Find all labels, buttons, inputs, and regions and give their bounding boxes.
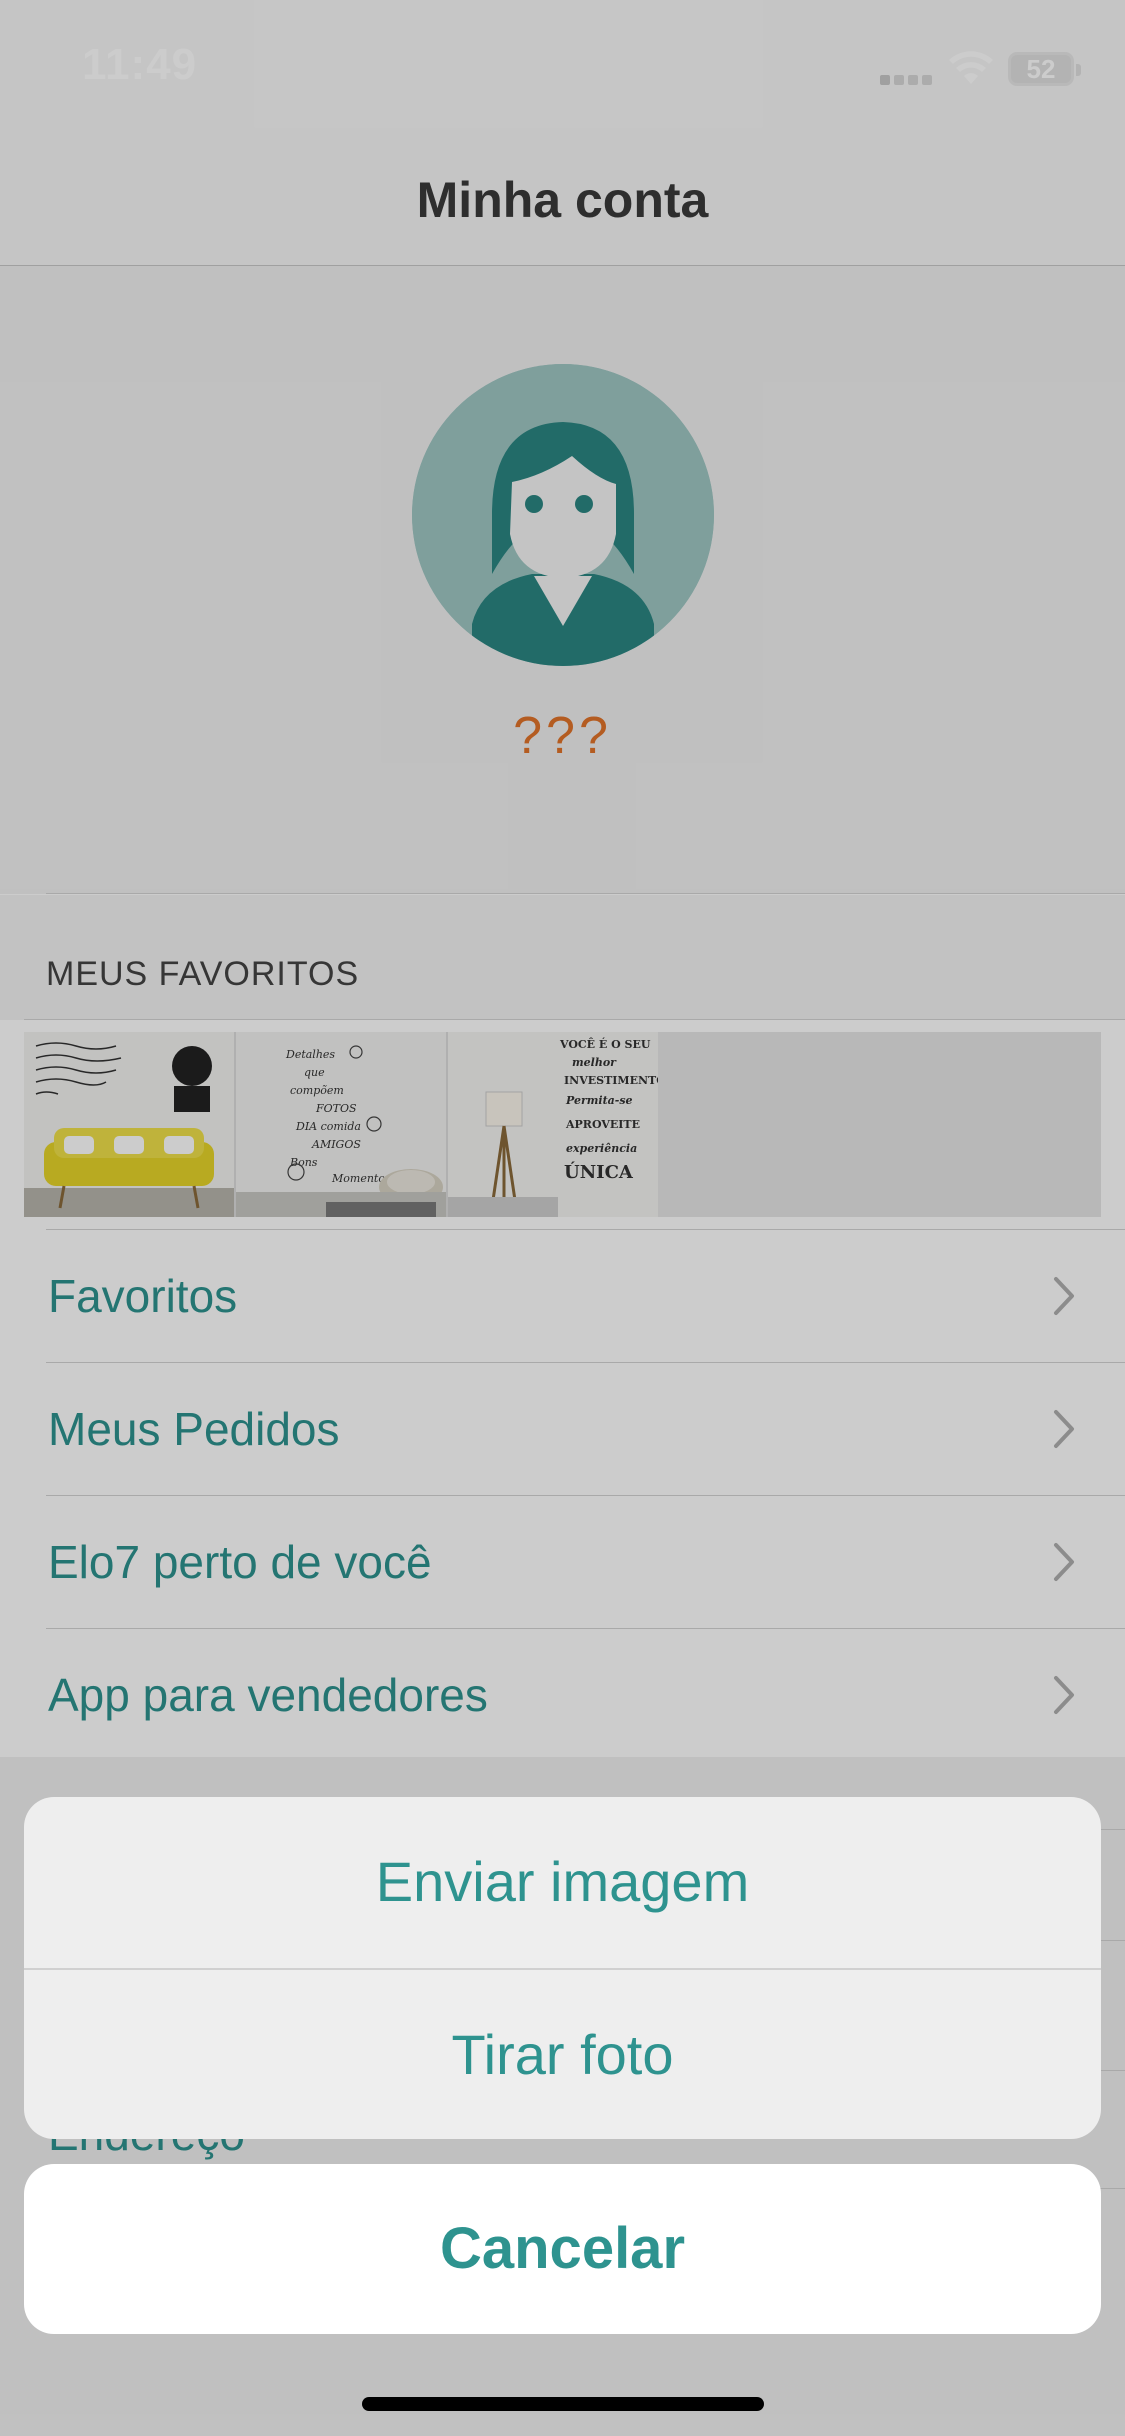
cancel-button[interactable]: Cancelar bbox=[24, 2164, 1101, 2334]
take-photo-button[interactable]: Tirar foto bbox=[24, 1968, 1101, 2139]
send-image-button[interactable]: Enviar imagem bbox=[24, 1797, 1101, 1967]
home-indicator[interactable] bbox=[362, 2397, 764, 2411]
account-screen: 11:49 52 Minha conta ??? MEUS FAVORITOS … bbox=[0, 0, 1125, 2436]
action-sheet: Enviar imagem Tirar foto bbox=[24, 1797, 1101, 2139]
